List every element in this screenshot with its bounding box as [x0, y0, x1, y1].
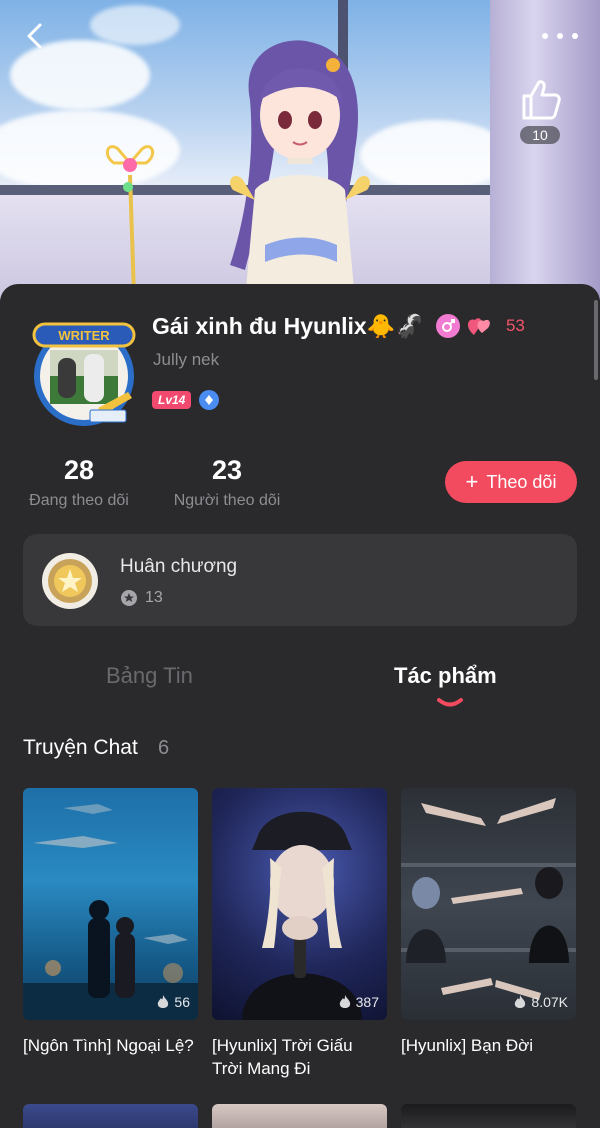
profile-banner: 10 [0, 0, 600, 300]
story-views: 8.07K [513, 994, 568, 1010]
story-title[interactable]: [Ngôn Tình] Ngoại Lệ? [23, 1034, 198, 1057]
followers-stat[interactable]: 23 Người theo dõi [168, 455, 286, 510]
following-count: 28 [63, 455, 95, 485]
chevron-left-icon [27, 23, 42, 49]
medals-count: 13 [145, 589, 163, 606]
thumbs-up-icon [522, 80, 561, 120]
profile-badges: Lv14 [152, 390, 220, 410]
story-thumbnail: 387 [212, 788, 387, 1020]
story-card[interactable]: 8.07K [Hyunlix] Bạn Đời [401, 788, 576, 1057]
section-title: Truyện Chat [23, 736, 138, 759]
plus-icon: + [465, 469, 479, 494]
medal-small-icon [121, 590, 137, 606]
magic-staff-illustration [105, 145, 155, 295]
more-options-button[interactable] [542, 26, 578, 46]
scrollbar[interactable] [594, 300, 598, 380]
story-title[interactable]: [Hyunlix] Bạn Đời [401, 1034, 576, 1057]
followers-count: 23 [211, 455, 243, 485]
profile-page: 10 WRITER Gái xinh đu Hyunlix🐥🦨 53 Jully… [0, 0, 600, 1128]
story-card-peek[interactable] [23, 1104, 198, 1128]
medal-icon [42, 553, 98, 609]
heart-count: 53 [505, 316, 525, 335]
gender-female-icon [435, 314, 460, 338]
like-button[interactable]: 10 [518, 78, 562, 144]
story-views: 56 [156, 994, 190, 1010]
writer-badge-text: WRITER [58, 328, 110, 343]
fire-icon [339, 995, 350, 1008]
section-count: 6 [158, 737, 170, 759]
story-title[interactable]: [Hyunlix] Trời Giấu Trời Mang Đi [212, 1034, 387, 1080]
active-tab-indicator [437, 698, 463, 707]
level-badge[interactable]: Lv14 [152, 391, 192, 409]
hearts-icon [467, 318, 490, 335]
followers-label: Người theo dõi [173, 492, 281, 509]
more-dots-icon [542, 33, 548, 39]
medals-card[interactable]: Huân chương 13 [23, 534, 577, 626]
avatar[interactable]: WRITER [28, 318, 140, 430]
medals-count-row: 13 [120, 589, 163, 607]
following-label: Đang theo dõi [29, 492, 129, 509]
verified-icon[interactable] [199, 390, 220, 410]
story-card-peek[interactable] [401, 1104, 576, 1128]
story-card[interactable]: 387 [Hyunlix] Trời Giấu Trời Mang Đi [212, 788, 387, 1080]
profile-name-row: Gái xinh đu Hyunlix🐥🦨 53 [152, 310, 525, 342]
like-count: 10 [520, 126, 560, 144]
following-stat[interactable]: 28 Đang theo dõi [22, 455, 136, 510]
story-views: 387 [338, 994, 379, 1010]
back-button[interactable] [18, 18, 50, 54]
follow-button[interactable]: + Theo dõi [445, 461, 577, 503]
profile-bio: Jully nek [153, 350, 220, 369]
profile-name: Gái xinh đu Hyunlix🐥🦨 [152, 312, 424, 339]
medals-title: Huân chương [120, 556, 238, 577]
anime-girl-illustration [230, 40, 370, 300]
story-card[interactable]: 56 [Ngôn Tình] Ngoại Lệ? [23, 788, 198, 1057]
fire-icon [515, 995, 526, 1008]
story-thumbnail: 8.07K [401, 788, 576, 1020]
story-card-peek[interactable] [212, 1104, 387, 1128]
story-thumbnail: 56 [23, 788, 198, 1020]
fire-icon [158, 995, 169, 1008]
tab-works[interactable]: Tác phẩm [394, 663, 497, 689]
follow-button-label: Theo dõi [486, 471, 557, 492]
tab-news-feed[interactable]: Bảng Tin [106, 663, 193, 689]
